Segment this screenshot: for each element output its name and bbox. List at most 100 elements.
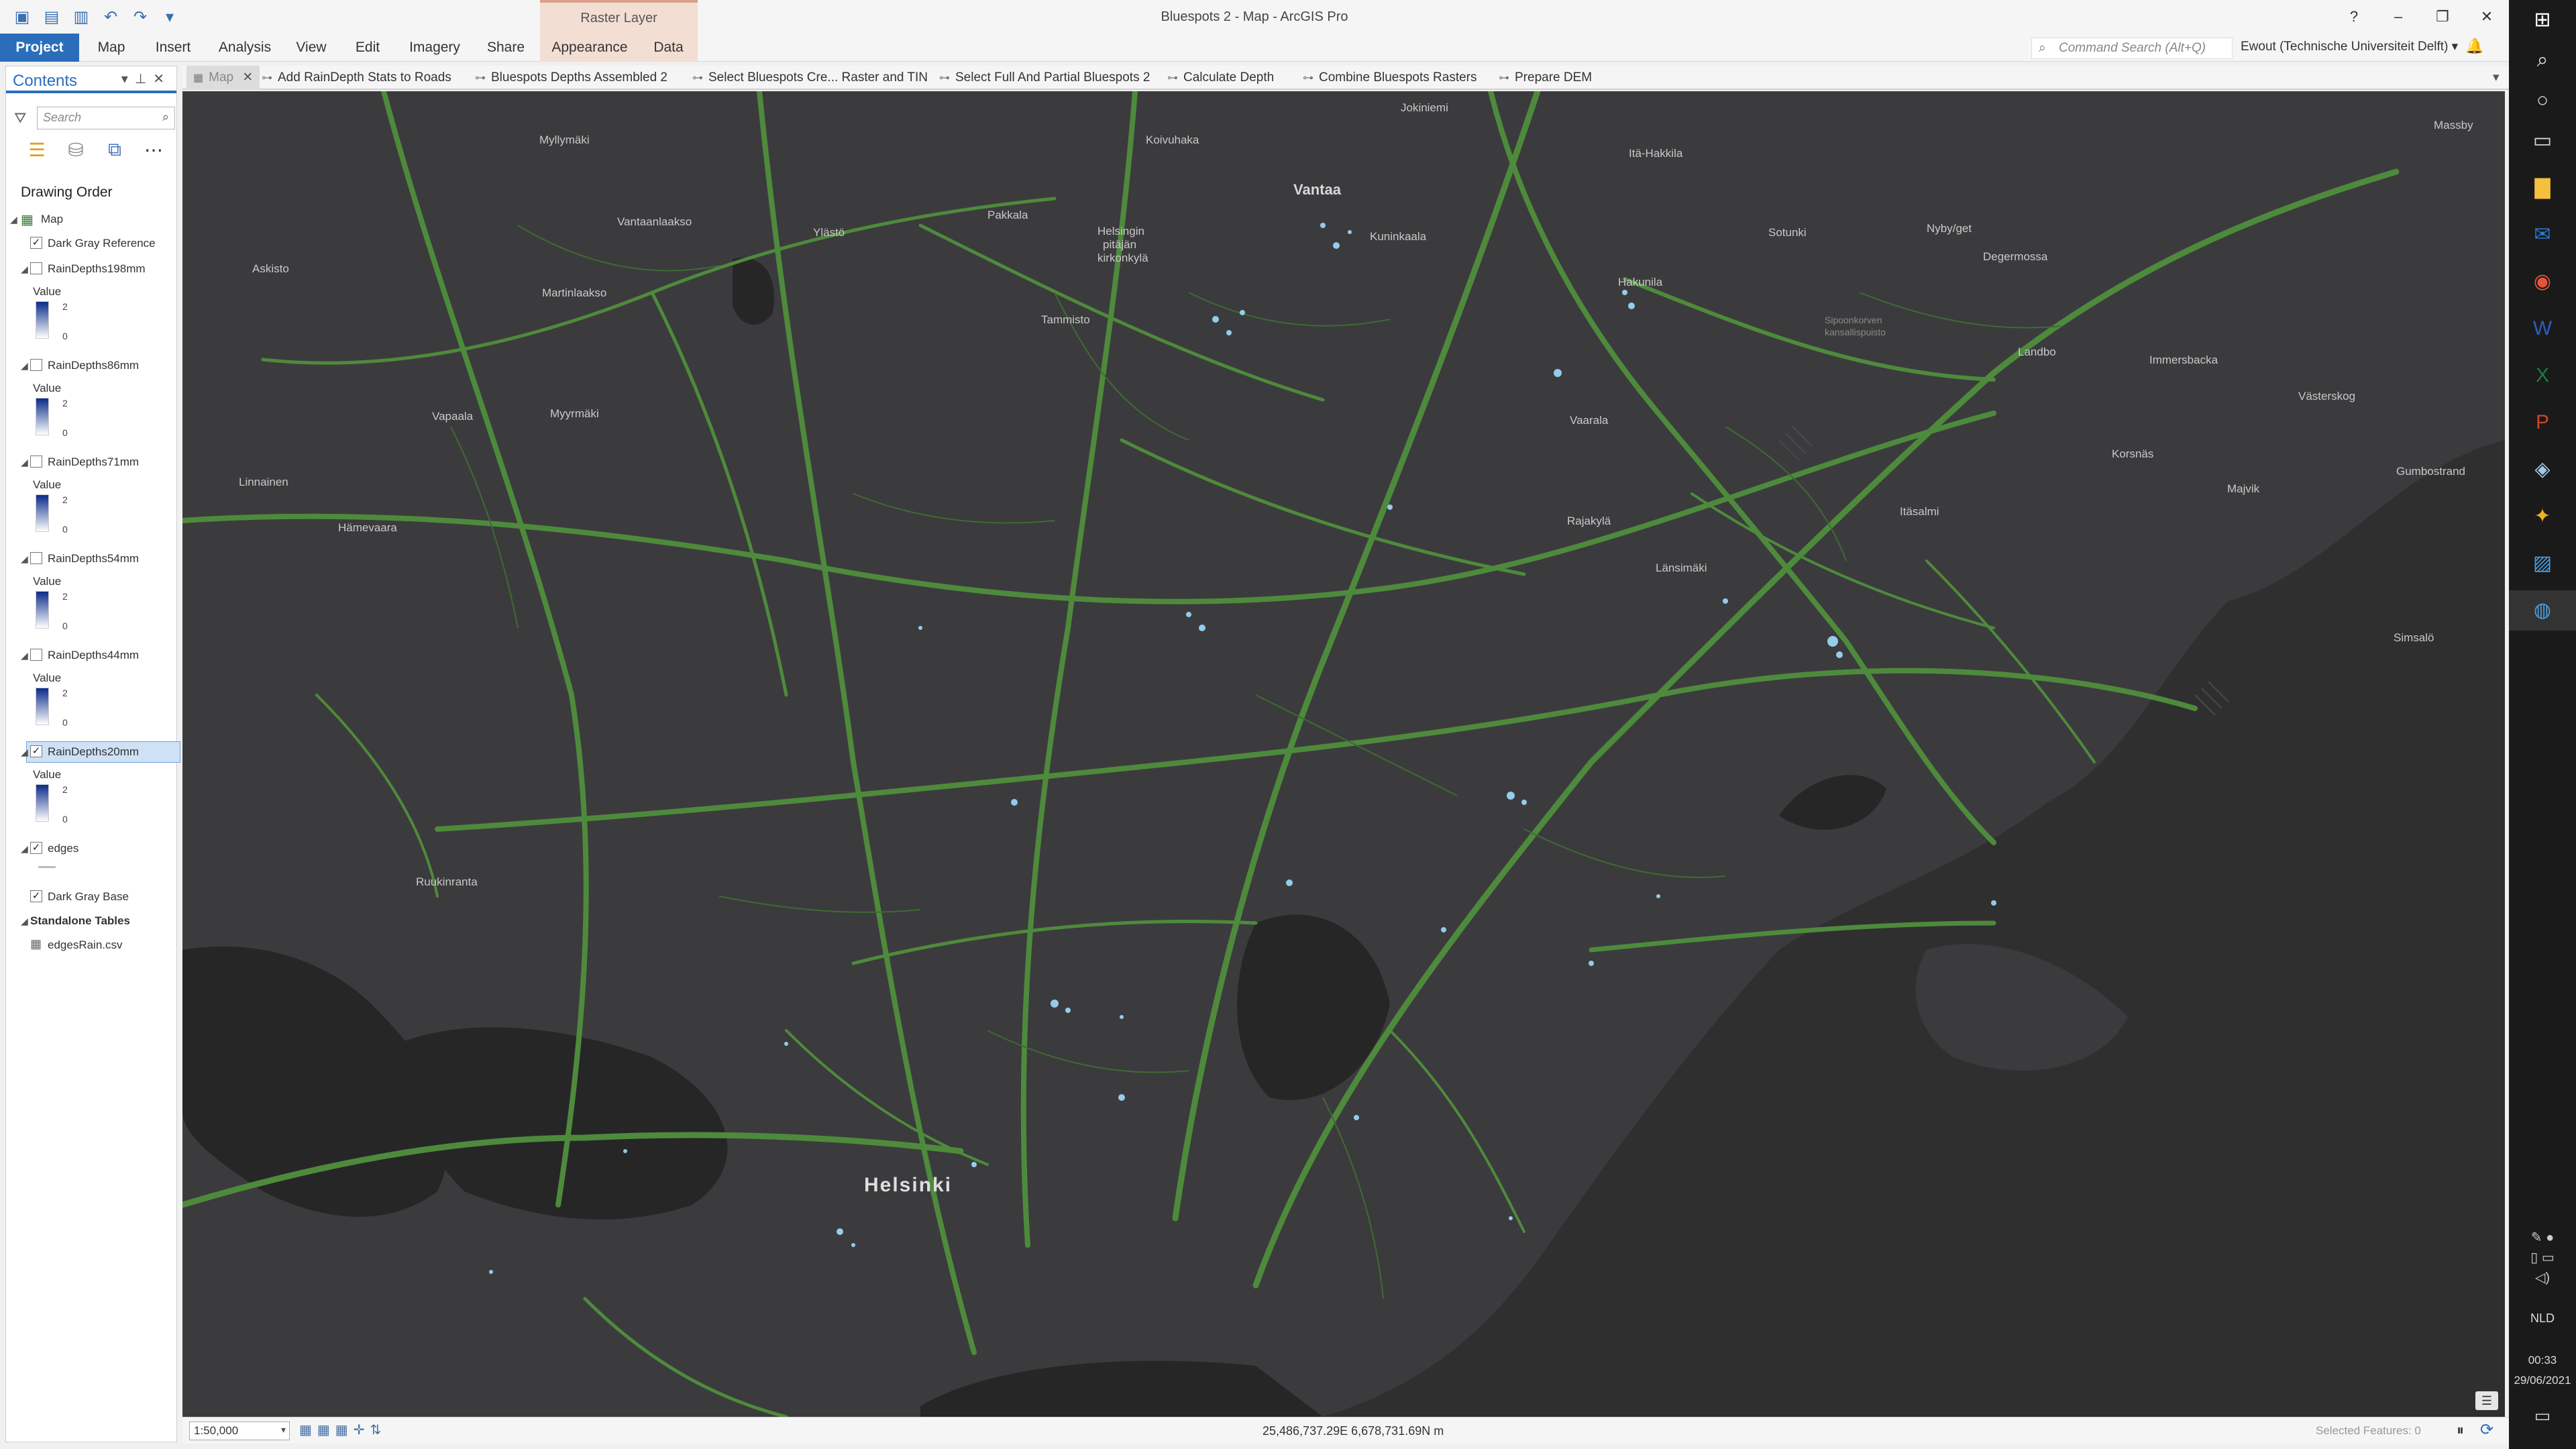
collapse-icon[interactable]: ◢ — [21, 650, 28, 661]
tab-model[interactable]: ⊶ Select Full And Partial Bluespots 2 — [939, 66, 1150, 90]
layer-name[interactable]: RainDepths20mm — [48, 745, 139, 759]
restore-button[interactable]: ❐ — [2420, 0, 2465, 34]
place-label: Degermossa — [1983, 250, 2048, 263]
collapse-icon[interactable]: ◢ — [21, 360, 28, 372]
user-account[interactable]: Ewout (Technische Universiteit Delft) ▾ — [2241, 39, 2458, 54]
new-project-icon[interactable]: ▣ — [12, 7, 32, 27]
tab-edit[interactable]: Edit — [346, 34, 389, 62]
filter-icon[interactable]: ⛛ — [14, 109, 26, 127]
collapse-icon[interactable]: ◢ — [21, 264, 28, 275]
collapse-icon[interactable]: ◢ — [21, 843, 28, 855]
notifications-icon[interactable]: ▭ — [2509, 1405, 2576, 1426]
layer-checkbox[interactable]: ✓ — [30, 237, 42, 249]
tab-map-view[interactable]: ▦ Map ✕ — [186, 66, 260, 90]
tab-model[interactable]: ⊶ Bluespots Depths Assembled 2 — [475, 66, 667, 90]
language-indicator[interactable]: NLD — [2509, 1311, 2576, 1326]
layer-name-edges[interactable]: edges — [48, 842, 78, 855]
layer-checkbox[interactable]: ✓ — [30, 745, 42, 757]
close-icon[interactable]: ✕ — [242, 70, 253, 85]
customize-icon[interactable]: ▾ — [160, 7, 180, 27]
tab-appearance[interactable]: Appearance — [540, 34, 639, 62]
word-icon[interactable]: W — [2509, 309, 2576, 349]
save-project-icon[interactable]: ▥ — [71, 7, 91, 27]
notification-bell-icon[interactable]: 🔔 — [2465, 38, 2483, 55]
arcgis-pro-icon[interactable]: ◍ — [2509, 590, 2576, 631]
tab-overflow-icon[interactable]: ▾ — [2493, 66, 2500, 90]
photos-icon[interactable]: ▨ — [2509, 543, 2576, 584]
app-icon[interactable]: ◈ — [2509, 449, 2576, 490]
layer-name[interactable]: RainDepths71mm — [48, 455, 139, 469]
close-button[interactable]: ✕ — [2465, 0, 2509, 34]
layer-checkbox[interactable]: ✓ — [30, 890, 42, 902]
search-icon[interactable]: ⌕ — [2509, 40, 2576, 80]
minimize-button[interactable]: – — [2376, 0, 2420, 34]
mail-icon[interactable]: ✉ — [2509, 215, 2576, 255]
help-button[interactable]: ? — [2332, 0, 2376, 34]
tab-view[interactable]: View — [290, 34, 333, 62]
tab-share[interactable]: Share — [480, 34, 531, 62]
chrome-icon[interactable]: ◉ — [2509, 262, 2576, 302]
tab-data[interactable]: Data — [639, 34, 698, 62]
place-label: Ylästö — [813, 226, 845, 239]
layer-checkbox[interactable] — [30, 649, 42, 661]
tab-imagery[interactable]: Imagery — [402, 34, 467, 62]
tab-model[interactable]: ⊶ Combine Bluespots Rasters — [1303, 66, 1477, 90]
start-icon[interactable]: ⊞ — [2509, 0, 2576, 40]
tab-model[interactable]: ⊶ Select Bluespots Cre... Raster and TIN — [692, 66, 928, 90]
refresh-icon[interactable]: ⟳ — [2480, 1420, 2493, 1440]
app-icon[interactable]: ✦ — [2509, 496, 2576, 537]
table-name[interactable]: edgesRain.csv — [48, 938, 123, 952]
layer-checkbox[interactable] — [30, 262, 42, 274]
more-icon[interactable]: ⋯ — [142, 139, 166, 161]
collapse-icon[interactable]: ◢ — [21, 747, 28, 758]
layer-checkbox[interactable] — [30, 359, 42, 371]
map-node-label[interactable]: Map — [41, 213, 63, 226]
collapse-icon[interactable]: ◢ — [10, 214, 17, 225]
status-tools[interactable]: ▦▦▦✛⇅ — [299, 1421, 386, 1438]
coordinate-readout[interactable]: 25,486,737.29E 6,678,731.69N m — [1263, 1424, 1444, 1438]
open-project-icon[interactable]: ▤ — [42, 7, 62, 27]
collapse-icon[interactable]: ◢ — [21, 916, 28, 927]
pen-icon[interactable]: ✎ ● — [2509, 1228, 2576, 1248]
excel-icon[interactable]: X — [2509, 356, 2576, 396]
clock-date[interactable]: 29/06/2021 — [2509, 1374, 2576, 1387]
undo-icon[interactable]: ↶ — [101, 7, 121, 27]
task-view-icon[interactable]: ▭ — [2509, 121, 2576, 161]
map-view[interactable]: Helsinki Vantaa Myllymäki Koivuhaka Joki… — [182, 91, 2505, 1417]
collapse-icon[interactable]: ◢ — [21, 457, 28, 468]
network-icon[interactable]: ▯ ▭ — [2509, 1248, 2576, 1268]
map-canvas[interactable]: Helsinki Vantaa Myllymäki Koivuhaka Joki… — [182, 91, 2505, 1417]
cortana-icon[interactable]: ○ — [2509, 80, 2576, 121]
layer-name[interactable]: RainDepths54mm — [48, 552, 139, 566]
layer-checkbox[interactable]: ✓ — [30, 842, 42, 854]
data-source-icon[interactable]: ⛁ — [64, 139, 88, 161]
selection-icon[interactable]: ⧉ — [103, 139, 127, 161]
tab-model[interactable]: ⊶ Prepare DEM — [1499, 66, 1592, 90]
file-explorer-icon[interactable]: ▇ — [2509, 168, 2576, 208]
layer-name-dark-gray-reference[interactable]: Dark Gray Reference — [48, 237, 156, 250]
tab-project[interactable]: Project — [0, 34, 79, 62]
command-search-input[interactable]: ⌕ Command Search (Alt+Q) — [2031, 38, 2233, 59]
layer-name-dark-gray-base[interactable]: Dark Gray Base — [48, 890, 129, 904]
layer-checkbox[interactable] — [30, 455, 42, 468]
clock-time[interactable]: 00:33 — [2509, 1354, 2576, 1367]
tab-map[interactable]: Map — [87, 34, 136, 62]
redo-icon[interactable]: ↷ — [130, 7, 150, 27]
collapse-icon[interactable]: ◢ — [21, 553, 28, 565]
pause-drawing-icon[interactable]: ⏸ — [2457, 1421, 2464, 1439]
pane-controls[interactable]: ▾⊥✕ — [121, 70, 171, 87]
layer-name[interactable]: RainDepths198mm — [48, 262, 146, 276]
tab-model[interactable]: ⊶ Calculate Depth — [1167, 66, 1274, 90]
tab-analysis[interactable]: Analysis — [213, 34, 276, 62]
scale-selector[interactable]: 1:50,000 ▾ — [189, 1421, 290, 1440]
layers-list-icon[interactable]: ☰ — [2475, 1391, 2498, 1410]
drawing-order-icon[interactable]: ☰ — [25, 139, 49, 161]
layer-checkbox[interactable] — [30, 552, 42, 564]
layer-name[interactable]: RainDepths86mm — [48, 359, 139, 372]
contents-search-input[interactable]: Search ⌕ — [37, 107, 175, 129]
tab-insert[interactable]: Insert — [148, 34, 199, 62]
tab-model[interactable]: ⊶ Add RainDepth Stats to Roads — [262, 66, 451, 90]
layer-name[interactable]: RainDepths44mm — [48, 649, 139, 662]
powerpoint-icon[interactable]: P — [2509, 402, 2576, 443]
volume-icon[interactable]: ◁) — [2509, 1268, 2576, 1288]
